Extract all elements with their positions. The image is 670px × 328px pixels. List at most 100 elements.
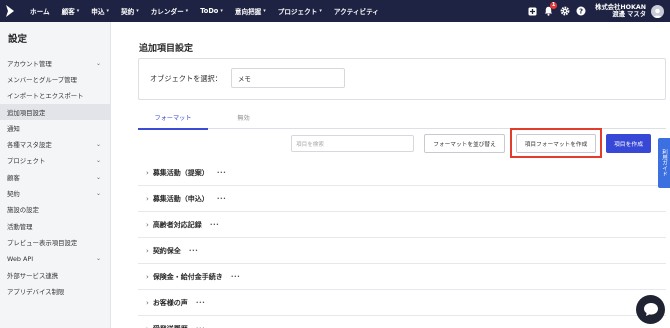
nav-item[interactable]: カレンダー ▾ — [145, 0, 194, 22]
sidebar-item-label: 活動管理 — [7, 222, 33, 231]
plus-icon[interactable] — [526, 0, 539, 22]
chevron-right-icon[interactable]: › — [146, 169, 149, 177]
object-select[interactable]: メモ — [231, 68, 345, 88]
bell-icon[interactable]: 1 — [542, 0, 558, 22]
format-group-label: 保険金・給付金手続き — [152, 272, 223, 281]
sidebar-item[interactable]: Web API ⌄ — [0, 251, 110, 267]
sidebar-item[interactable]: メンバーとグループ管理 — [0, 71, 110, 87]
main-nav: ホーム 顧客 ▾ 申込 ▾ 契約 ▾ カレンダー ▾ ToDo ▾ 意向把握 ▾ プロジェクト ▾ アクティビ… — [24, 0, 385, 22]
chat-icon[interactable] — [636, 295, 665, 324]
nav-item[interactable]: 顧客 ▾ — [56, 0, 86, 22]
nav-item-label: 顧客 — [61, 8, 75, 16]
user-info[interactable]: 株式会社HOKAN 渡邊 マスタ — [595, 4, 646, 19]
chevron-right-icon[interactable]: › — [146, 247, 149, 255]
sidebar-item[interactable]: アカウント管理 ⌄ — [0, 55, 110, 71]
sidebar-item[interactable]: プロジェクト ⌄ — [0, 153, 110, 169]
sidebar-item[interactable]: 契約 ⌄ — [0, 185, 110, 201]
tab-invalid[interactable]: 無効 — [221, 106, 266, 129]
format-group-list: › 募集活動（提案） ··· › 募集活動（申込） ··· › 高齢者対応記録 ··· › 契約保全… — [138, 160, 666, 328]
sidebar-item-label: 顧客 — [7, 173, 20, 182]
sidebar-item-label: プロジェクト — [7, 157, 46, 166]
format-group-label: 契約保全 — [152, 246, 181, 255]
create-item-button[interactable]: 項目を作成 — [606, 134, 651, 153]
gear-icon[interactable] — [558, 0, 571, 22]
chevron-right-icon[interactable]: › — [146, 195, 149, 203]
chevron-down-icon: ▾ — [106, 8, 109, 14]
chevron-down-icon: ⌄ — [95, 255, 101, 263]
sidebar-item[interactable]: 追加項目設定 — [0, 103, 110, 121]
format-group-row[interactable]: › 募集活動（提案） ··· — [138, 160, 666, 186]
format-group-row[interactable]: › 募集活動（申込） ··· — [138, 186, 666, 212]
settings-sidebar: 設定 アカウント管理 ⌄ メンバーとグループ管理 インポートとエクスポート 追加項目設定… — [0, 22, 111, 328]
sort-format-button[interactable]: フォーマットを並び替え — [424, 134, 505, 153]
nav-item[interactable]: ToDo ▾ — [194, 0, 229, 22]
sidebar-menu: アカウント管理 ⌄ メンバーとグループ管理 インポートとエクスポート 追加項目設定 通知各… — [0, 55, 110, 299]
sidebar-item[interactable]: 施設の設定 — [0, 202, 110, 218]
sidebar-item-label: 契約 — [7, 190, 20, 199]
more-options-icon[interactable]: ··· — [189, 247, 198, 255]
format-group-label: 受発送履歴 — [153, 324, 188, 328]
sidebar-item-label: 施設の設定 — [7, 206, 39, 215]
sidebar-item-label: Web API — [7, 254, 34, 263]
more-options-icon[interactable]: ··· — [196, 325, 205, 328]
logo-icon[interactable] — [0, 0, 20, 22]
user-name: 渡邊 マスタ — [612, 11, 646, 18]
format-group-row[interactable]: › 高齢者対応記録 ··· — [138, 212, 666, 238]
chevron-down-icon: ▾ — [185, 8, 189, 14]
sidebar-item[interactable]: 通知 — [0, 120, 110, 136]
nav-item[interactable]: ホーム — [24, 0, 56, 22]
sidebar-item[interactable]: 顧客 ⌄ — [0, 169, 110, 185]
help-icon[interactable]: ? — [574, 0, 587, 22]
format-group-row[interactable]: › 受発送履歴 ··· — [138, 316, 666, 328]
topbar-actions: 1 ? 株式会社HOKAN 渡邊 マスタ — [523, 0, 670, 22]
sidebar-item-label: アカウント管理 — [7, 59, 52, 68]
main-content: 追加項目設定 オブジェクトを選択： メモ フォーマット 無効 項目を検索 フォー… — [111, 22, 670, 328]
sidebar-item-label: 各種マスタ設定 — [7, 141, 52, 150]
chevron-down-icon: ⌄ — [95, 59, 101, 67]
nav-item[interactable]: 契約 ▾ — [115, 0, 145, 22]
chevron-down-icon: ▾ — [220, 8, 223, 14]
chevron-right-icon[interactable]: › — [146, 221, 149, 229]
sidebar-item[interactable]: 外部サービス連携 — [0, 267, 110, 283]
sidebar-item[interactable]: 活動管理 — [0, 218, 110, 234]
chevron-down-icon: ▾ — [136, 8, 139, 14]
sidebar-item-label: メンバーとグループ管理 — [7, 75, 77, 84]
svg-text:?: ? — [579, 8, 583, 16]
sidebar-item-label: プレビュー表示項目設定 — [7, 238, 78, 247]
object-select-label: オブジェクトを選択： — [150, 74, 222, 83]
usage-guide-tab[interactable]: 利用ガイド — [658, 138, 670, 188]
chevron-right-icon[interactable]: › — [146, 273, 149, 281]
nav-item[interactable]: 意向把握 ▾ — [229, 0, 272, 22]
sidebar-item[interactable]: 各種マスタ設定 ⌄ — [0, 136, 110, 152]
nav-item[interactable]: 申込 ▾ — [85, 0, 115, 22]
sidebar-item[interactable]: プレビュー表示項目設定 — [0, 234, 110, 250]
sidebar-item[interactable]: アプリデバイス制限 — [0, 283, 110, 299]
format-group-row[interactable]: › 契約保全 ··· — [138, 238, 666, 264]
create-format-button[interactable]: 項目フォーマットを作成 — [516, 134, 596, 153]
nav-item[interactable]: アクティビティ — [328, 0, 385, 22]
tab-format[interactable]: フォーマット — [138, 106, 208, 130]
sidebar-item-label: 追加項目設定 — [7, 108, 46, 117]
chevron-right-icon[interactable]: › — [146, 325, 149, 328]
nav-item-label: ホーム — [30, 8, 50, 16]
more-options-icon[interactable]: ··· — [217, 169, 226, 177]
chevron-right-icon[interactable]: › — [146, 299, 149, 307]
more-options-icon[interactable]: ··· — [217, 195, 226, 203]
nav-item[interactable]: プロジェクト ▾ — [272, 0, 328, 22]
sidebar-item-label: インポートとエクスポート — [7, 92, 84, 101]
sidebar-item[interactable]: インポートとエクスポート — [0, 88, 110, 104]
more-options-icon[interactable]: ··· — [196, 299, 205, 307]
chevron-down-icon: ⌄ — [95, 141, 101, 149]
nav-item-label: 意向把握 — [234, 8, 262, 16]
avatar[interactable] — [651, 4, 664, 18]
format-group-row[interactable]: › お客様の声 ··· — [138, 290, 666, 316]
page-title: 追加項目設定 — [139, 44, 194, 54]
more-options-icon[interactable]: ··· — [210, 221, 219, 229]
more-options-icon[interactable]: ··· — [231, 273, 240, 281]
item-search-input[interactable]: 項目を検索 — [291, 135, 414, 152]
format-group-label: お客様の声 — [152, 298, 188, 307]
nav-item-label: ToDo — [200, 7, 219, 15]
format-group-label: 募集活動（申込） — [152, 194, 209, 203]
format-group-label: 高齢者対応記録 — [152, 220, 202, 229]
format-group-row[interactable]: › 保険金・給付金手続き ··· — [138, 264, 666, 290]
